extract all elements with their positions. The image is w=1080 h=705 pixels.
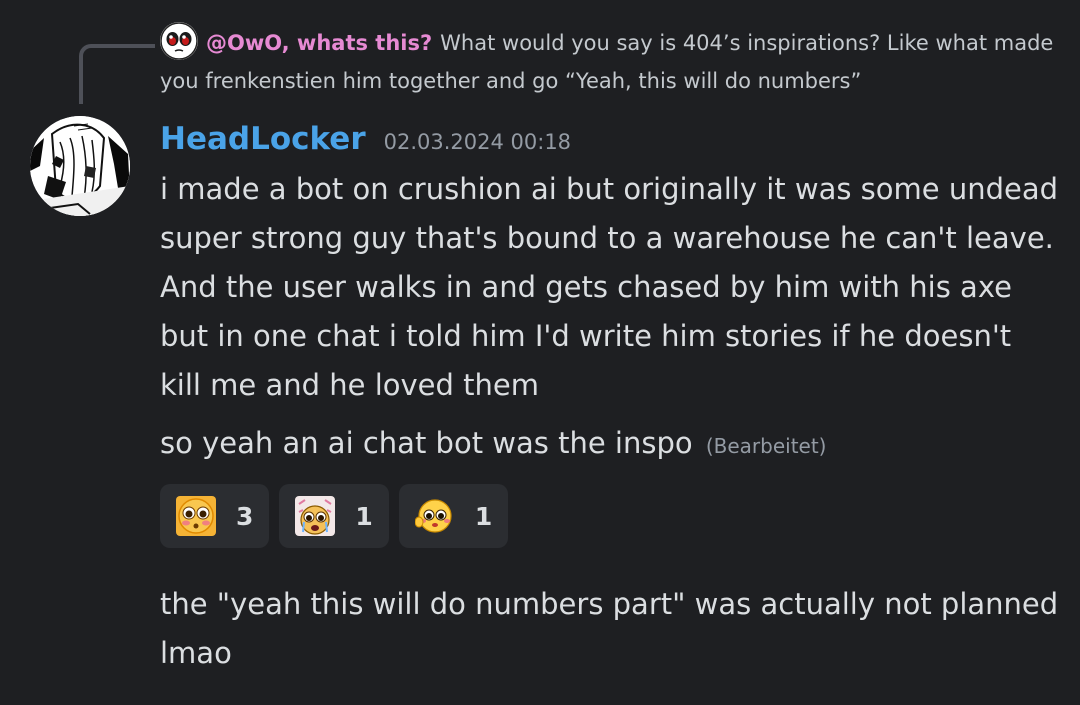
message-text: so yeah an ai chat bot was the inspo <box>160 426 693 460</box>
username[interactable]: HeadLocker <box>160 121 366 157</box>
edited-label: (Bearbeitet) <box>705 434 827 458</box>
chat-view: @OwO, whats this? What would you say is 4… <box>0 0 1080 705</box>
crying-pleading-emoji-icon <box>295 496 336 536</box>
message-text-edited: so yeah an ai chat bot was the inspo (Be… <box>160 419 1060 471</box>
user-avatar[interactable] <box>30 116 130 216</box>
manga-avatar-icon <box>30 116 130 216</box>
message-text: the "yeah this will do numbers part" was… <box>160 587 1059 670</box>
reaction-count: 1 <box>474 501 493 531</box>
message-text: i made a bot on crushion ai but original… <box>160 172 1059 402</box>
message-header: HeadLocker 02.03.2024 00:18 <box>160 121 571 157</box>
reaction-count: 1 <box>355 501 373 531</box>
reaction-button[interactable]: 3 <box>160 484 270 548</box>
reaction-button[interactable]: 1 <box>279 484 389 548</box>
timestamp[interactable]: 02.03.2024 00:18 <box>384 130 571 154</box>
reaction-count: 3 <box>236 501 254 531</box>
flushed-pleading-emoji-icon <box>176 496 216 536</box>
reply-avatar[interactable] <box>160 22 198 60</box>
reply-author[interactable]: @OwO, whats this? <box>206 31 432 55</box>
reply-connector <box>79 44 155 104</box>
reply-preview[interactable]: @OwO, whats this? What would you say is 4… <box>160 22 1060 99</box>
reaction-button[interactable]: 1 <box>398 484 509 548</box>
reactions-bar: 3 1 1 <box>160 484 509 548</box>
shy-blush-emoji-icon <box>414 499 452 533</box>
